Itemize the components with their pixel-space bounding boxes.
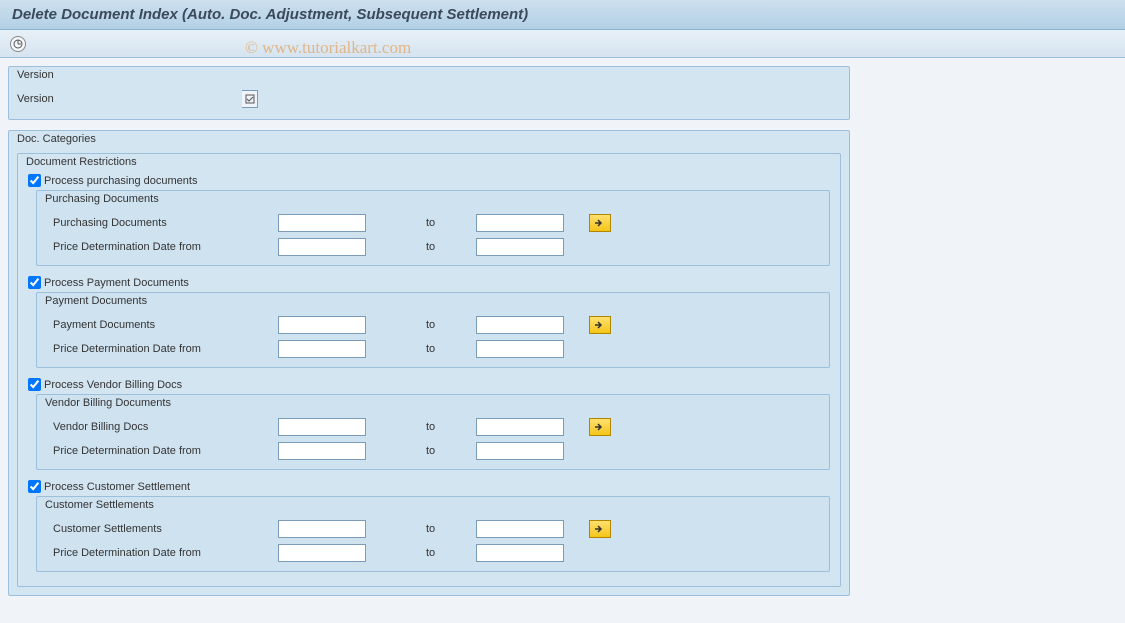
inner-group-body: Purchasing DocumentstoPrice Determinatio… [37, 207, 829, 265]
to-label: to [426, 547, 466, 559]
process-checkbox-label: Process Customer Settlement [44, 481, 190, 493]
field-row: Payment Documents to [45, 313, 821, 337]
range-to-input[interactable] [476, 340, 564, 358]
inner-group-title: Vendor Billing Documents [37, 395, 829, 411]
doc-categories-group: Doc. Categories Document Restrictions Pr… [8, 130, 850, 596]
multiple-selection-button[interactable] [589, 520, 611, 538]
inner-group-title: Payment Documents [37, 293, 829, 309]
to-label: to [426, 343, 466, 355]
to-label: to [426, 421, 466, 433]
inner-group: Purchasing DocumentsPurchasing Documents… [36, 190, 830, 266]
process-checkbox[interactable] [28, 480, 41, 493]
version-f4-button[interactable] [242, 90, 258, 108]
range-to-input[interactable] [476, 544, 564, 562]
field-label: Price Determination Date from [45, 241, 278, 253]
section-checkbox-row: Process Payment Documents [26, 276, 832, 289]
range-from-input[interactable] [278, 214, 366, 232]
process-checkbox[interactable] [28, 378, 41, 391]
field-row: Customer Settlements to [45, 517, 821, 541]
range-from-input[interactable] [278, 442, 366, 460]
section-checkbox-row: Process Vendor Billing Docs [26, 378, 832, 391]
range-from-input[interactable] [278, 544, 366, 562]
field-label: Price Determination Date from [45, 547, 278, 559]
range-to-input[interactable] [476, 442, 564, 460]
range-from-input[interactable] [278, 316, 366, 334]
range-from-input[interactable] [278, 340, 366, 358]
inner-group-body: Customer SettlementstoPrice Determinatio… [37, 513, 829, 571]
toolbar [0, 30, 1125, 58]
field-label: Price Determination Date from [45, 343, 278, 355]
inner-group: Payment DocumentsPayment DocumentstoPric… [36, 292, 830, 368]
inner-group-body: Vendor Billing DocstoPrice Determination… [37, 411, 829, 469]
section-checkbox-row: Process purchasing documents [26, 174, 832, 187]
field-row: Price Determination Date from to [45, 541, 821, 565]
process-checkbox-label: Process Vendor Billing Docs [44, 379, 182, 391]
inner-group-title: Purchasing Documents [37, 191, 829, 207]
field-label: Purchasing Documents [45, 217, 278, 229]
doc-restrictions-title: Document Restrictions [18, 154, 840, 168]
version-group: Version Version [8, 66, 850, 120]
field-row: Vendor Billing Docs to [45, 415, 821, 439]
process-checkbox[interactable] [28, 174, 41, 187]
doc-categories-title: Doc. Categories [9, 131, 849, 145]
title-bar: Delete Document Index (Auto. Doc. Adjust… [0, 0, 1125, 30]
multiple-selection-button[interactable] [589, 214, 611, 232]
field-label: Customer Settlements [45, 523, 278, 535]
execute-icon[interactable] [10, 36, 26, 52]
to-label: to [426, 217, 466, 229]
range-to-input[interactable] [476, 214, 564, 232]
inner-group-body: Payment DocumentstoPrice Determination D… [37, 309, 829, 367]
field-row: Price Determination Date from to [45, 235, 821, 259]
to-label: to [426, 241, 466, 253]
range-to-input[interactable] [476, 238, 564, 256]
range-to-input[interactable] [476, 520, 564, 538]
range-from-input[interactable] [278, 238, 366, 256]
inner-group-title: Customer Settlements [37, 497, 829, 513]
field-row: Price Determination Date from to [45, 439, 821, 463]
section-checkbox-row: Process Customer Settlement [26, 480, 832, 493]
version-group-title: Version [9, 67, 849, 81]
process-checkbox[interactable] [28, 276, 41, 289]
field-label: Price Determination Date from [45, 445, 278, 457]
page-title: Delete Document Index (Auto. Doc. Adjust… [12, 6, 1113, 23]
field-row: Price Determination Date from to [45, 337, 821, 361]
range-to-input[interactable] [476, 418, 564, 436]
to-label: to [426, 445, 466, 457]
range-from-input[interactable] [278, 520, 366, 538]
process-checkbox-label: Process purchasing documents [44, 175, 197, 187]
multiple-selection-button[interactable] [589, 316, 611, 334]
inner-group: Customer SettlementsCustomer Settlements… [36, 496, 830, 572]
content-area: Version Version Doc. Categories Document… [0, 58, 1125, 614]
field-label: Vendor Billing Docs [45, 421, 278, 433]
version-label: Version [17, 93, 242, 105]
range-to-input[interactable] [476, 316, 564, 334]
to-label: to [426, 319, 466, 331]
multiple-selection-button[interactable] [589, 418, 611, 436]
doc-restrictions-group: Document Restrictions Process purchasing… [17, 153, 841, 587]
field-label: Payment Documents [45, 319, 278, 331]
to-label: to [426, 523, 466, 535]
inner-group: Vendor Billing Documents Vendor Billing D… [36, 394, 830, 470]
field-row: Purchasing Documents to [45, 211, 821, 235]
range-from-input[interactable] [278, 418, 366, 436]
process-checkbox-label: Process Payment Documents [44, 277, 189, 289]
